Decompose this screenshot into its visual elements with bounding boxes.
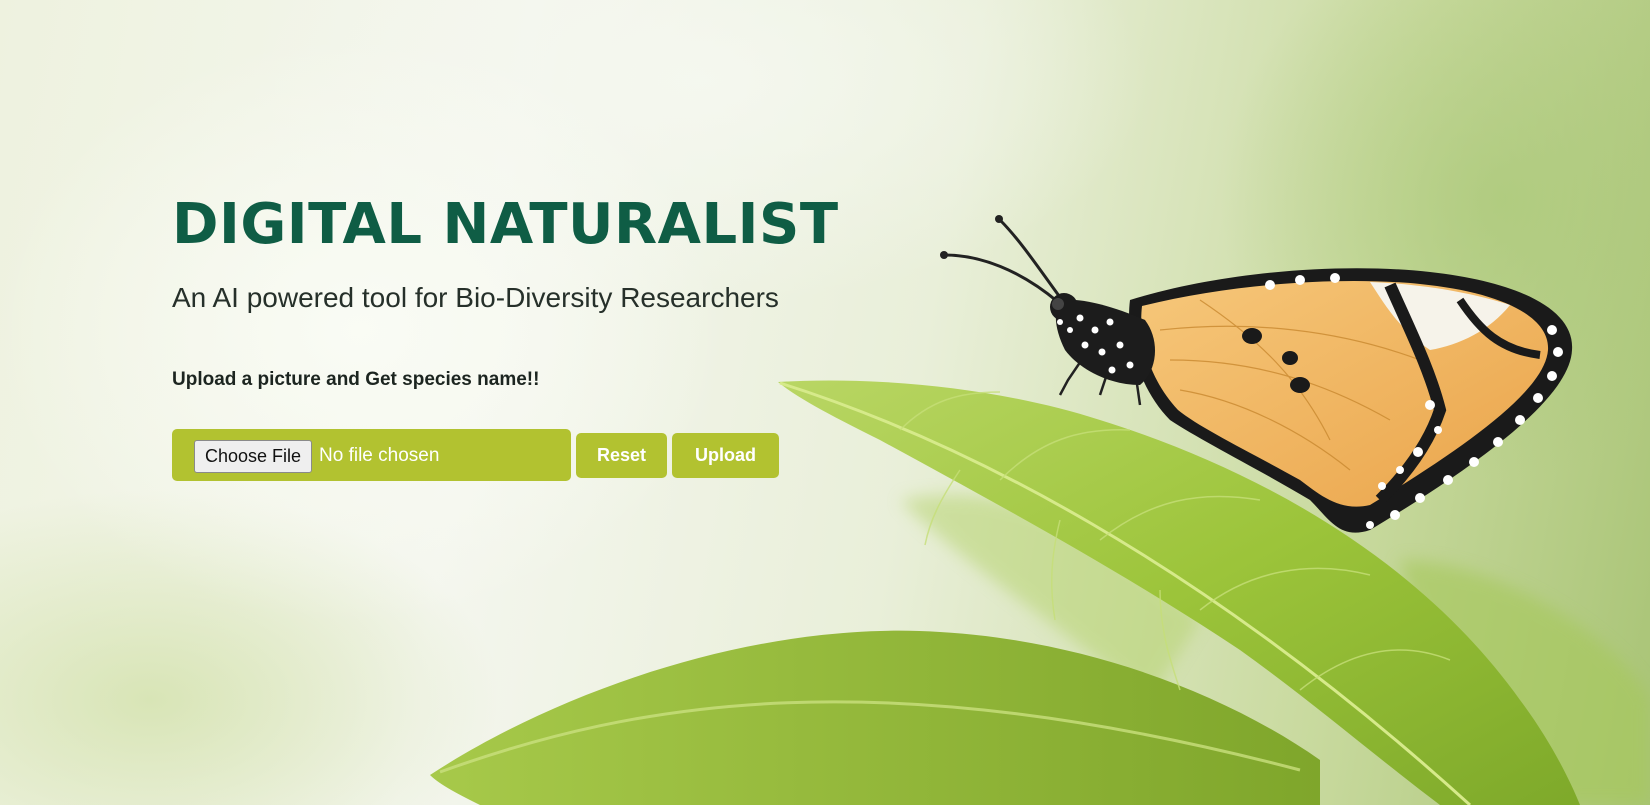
upload-button[interactable]: Upload bbox=[672, 433, 779, 478]
file-input[interactable]: Choose File No file chosen bbox=[172, 429, 571, 481]
lower-leaf bbox=[430, 630, 1320, 805]
page-subtitle: An AI powered tool for Bio-Diversity Res… bbox=[172, 282, 779, 313]
hero-background bbox=[0, 0, 1650, 805]
upload-prompt: Upload a picture and Get species name!! bbox=[172, 369, 540, 390]
page-title: DIGITAL NATURALIST bbox=[172, 192, 839, 257]
file-status-text: No file chosen bbox=[319, 445, 440, 466]
choose-file-button[interactable]: Choose File bbox=[194, 440, 313, 473]
butterfly-on-leaf-icon bbox=[430, 215, 1650, 805]
reset-button[interactable]: Reset bbox=[576, 433, 667, 478]
